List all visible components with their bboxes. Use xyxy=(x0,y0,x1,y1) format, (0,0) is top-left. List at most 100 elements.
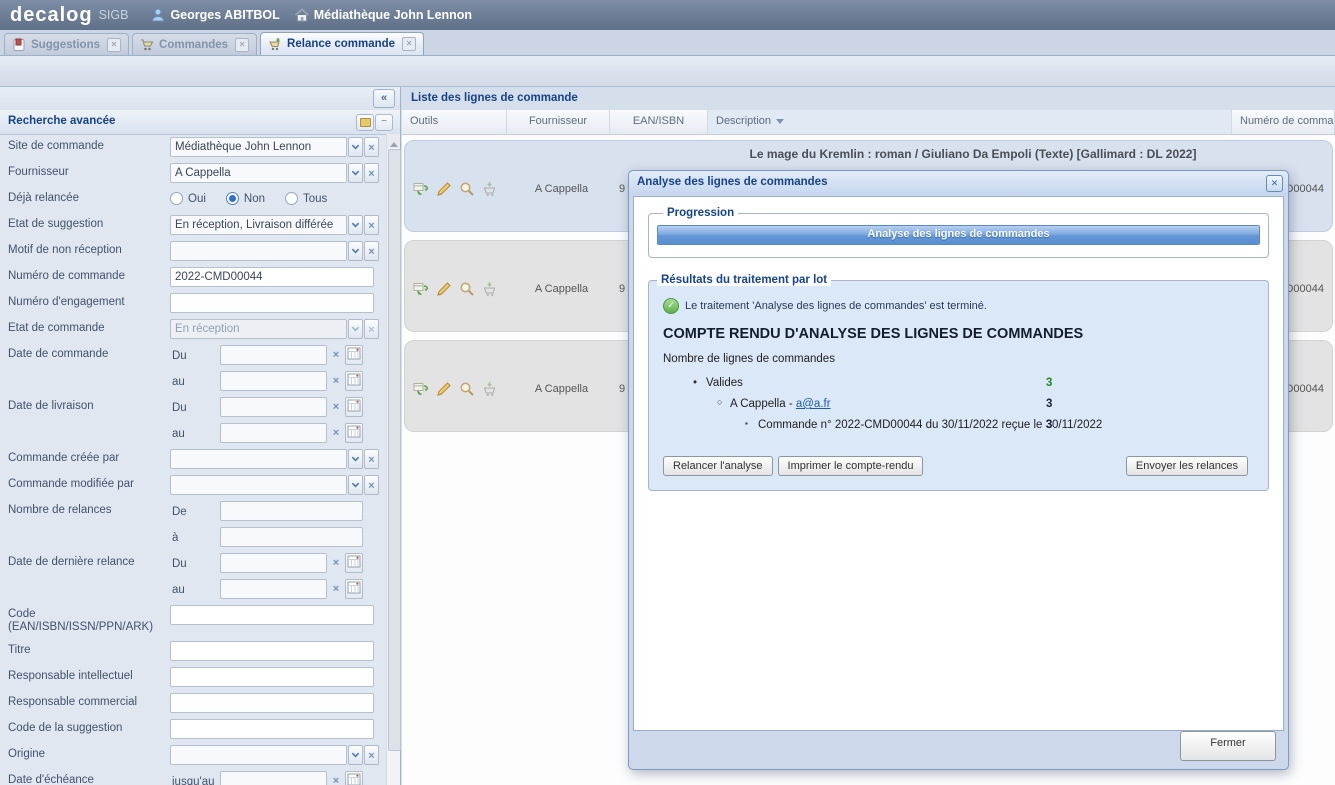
fermer-button[interactable]: Fermer xyxy=(1180,731,1276,761)
edit-pencil-icon[interactable] xyxy=(436,281,452,297)
edit-pencil-icon[interactable] xyxy=(436,381,452,397)
date-de-commande-du-date-input[interactable] xyxy=(220,345,327,365)
progression-fieldset: Progression Analyse des lignes de comman… xyxy=(648,207,1269,258)
field-label: Date d'échéance xyxy=(8,774,166,785)
clear-date-icon[interactable]: × xyxy=(329,771,343,785)
calendar-icon[interactable] xyxy=(345,579,363,599)
clear-field-icon[interactable]: × xyxy=(364,745,379,765)
date-sub-label: Du xyxy=(172,558,187,570)
calendar-icon[interactable] xyxy=(345,553,363,573)
chevron-down-icon[interactable] xyxy=(348,319,363,339)
code-de-la-suggestion-input[interactable] xyxy=(170,719,374,739)
titre-input[interactable] xyxy=(170,641,374,661)
clear-field-icon[interactable]: × xyxy=(364,475,379,495)
clear-date-icon[interactable]: × xyxy=(329,371,343,391)
search-magnifier-icon[interactable] xyxy=(459,381,475,397)
current-site[interactable]: Médiathèque John Lennon xyxy=(294,7,472,23)
numéro-de-commande-input[interactable] xyxy=(170,267,374,287)
nombre-de-relances-de-input[interactable] xyxy=(220,501,363,521)
dialog-titlebar[interactable]: Analyse des lignes de commandes ✕ xyxy=(629,171,1288,195)
calendar-icon[interactable] xyxy=(345,771,363,785)
date-d-échéance-jusqu-au-date-input[interactable] xyxy=(220,771,327,785)
chevron-down-icon[interactable] xyxy=(348,745,363,765)
edit-pencil-icon[interactable] xyxy=(436,181,452,197)
field-control: En réception× xyxy=(170,319,386,339)
radio-non[interactable] xyxy=(226,192,239,205)
date-de-livraison-au-date-input[interactable] xyxy=(220,423,327,443)
clear-date-icon[interactable]: × xyxy=(329,345,343,365)
chevron-down-icon[interactable] xyxy=(348,241,363,261)
nombre-de-relances-à-input[interactable] xyxy=(220,527,363,547)
etat-de-suggestion-select[interactable]: En réception, Livraison différée xyxy=(170,215,347,235)
responsable-intellectuel-input[interactable] xyxy=(170,667,374,687)
panel-scrollbar[interactable] xyxy=(386,134,400,785)
clear-field-icon[interactable]: × xyxy=(364,449,379,469)
numéro-d-engagement-input[interactable] xyxy=(170,293,374,313)
radio-oui[interactable] xyxy=(170,192,183,205)
clear-field-icon[interactable]: × xyxy=(364,137,379,157)
calendar-icon[interactable] xyxy=(345,345,363,365)
date-de-livraison-du-date-input[interactable] xyxy=(220,397,327,417)
column-header-fournisseur[interactable]: Fournisseur xyxy=(507,110,610,134)
tab-commandes[interactable]: Commandes✕ xyxy=(132,33,257,55)
calendar-icon[interactable] xyxy=(345,371,363,391)
clear-date-icon[interactable]: × xyxy=(329,553,343,573)
column-header-description[interactable]: Description xyxy=(708,110,1232,134)
tab-close-icon[interactable]: ✕ xyxy=(402,37,416,51)
search-magnifier-icon[interactable] xyxy=(459,281,475,297)
tab-suggestions[interactable]: Suggestions ✕ xyxy=(4,33,129,55)
tab-close-icon[interactable]: ✕ xyxy=(107,38,121,52)
column-header-numéro-de-commande[interactable]: Numéro de commande xyxy=(1232,110,1335,134)
date-de-dernière-relance-au-date-input[interactable] xyxy=(220,579,327,599)
field-row-commande-modifiée-par: Commande modifiée par× xyxy=(0,472,386,498)
column-header-ean-isbn[interactable]: EAN/ISBN xyxy=(610,110,708,134)
tab-relance-commande[interactable]: Relance commande✕ xyxy=(260,32,424,55)
clear-field-icon[interactable]: × xyxy=(364,163,379,183)
radio-tous[interactable] xyxy=(285,192,298,205)
relance-icon[interactable] xyxy=(413,181,429,197)
column-header-outils[interactable]: Outils xyxy=(402,110,507,134)
minimize-icon[interactable]: − xyxy=(375,114,393,131)
relancer-analyse-button[interactable]: Relancer l'analyse xyxy=(663,456,773,476)
envoyer-relances-button[interactable]: Envoyer les relances xyxy=(1126,456,1248,476)
code-ean-isbn-issn-ppn-ark-input[interactable] xyxy=(170,605,374,625)
clear-date-icon[interactable]: × xyxy=(329,397,343,417)
relance-icon[interactable] xyxy=(413,381,429,397)
clear-field-icon[interactable]: × xyxy=(364,319,379,339)
clear-field-icon[interactable]: × xyxy=(364,215,379,235)
date-de-commande-au-date-input[interactable] xyxy=(220,371,327,391)
motif-de-non-réception-select[interactable] xyxy=(170,241,347,261)
date-de-dernière-relance-du-date-input[interactable] xyxy=(220,553,327,573)
scrollbar-up-arrow[interactable] xyxy=(387,134,400,148)
relance-icon[interactable] xyxy=(413,281,429,297)
clear-date-icon[interactable]: × xyxy=(329,423,343,443)
imprimer-compte-rendu-button[interactable]: Imprimer le compte-rendu xyxy=(778,456,924,476)
clear-field-icon[interactable]: × xyxy=(364,241,379,261)
receive-cart-icon[interactable] xyxy=(482,181,498,197)
calendar-icon[interactable] xyxy=(345,397,363,417)
site-de-commande-select[interactable]: Médiathèque John Lennon xyxy=(170,137,347,157)
commande-créée-par-select[interactable] xyxy=(170,449,347,469)
receive-cart-icon[interactable] xyxy=(482,281,498,297)
tab-close-icon[interactable]: ✕ xyxy=(235,38,249,52)
chevron-down-icon[interactable] xyxy=(348,163,363,183)
saved-searches-button[interactable] xyxy=(356,114,374,131)
clear-date-icon[interactable]: × xyxy=(329,579,343,599)
calendar-icon[interactable] xyxy=(345,423,363,443)
dialog-close-icon[interactable]: ✕ xyxy=(1266,175,1283,192)
responsable-commercial-input[interactable] xyxy=(170,693,374,713)
chevron-down-icon[interactable] xyxy=(348,215,363,235)
scrollbar-thumb[interactable] xyxy=(388,149,401,751)
collapse-panel-button[interactable]: « xyxy=(373,89,395,108)
current-user[interactable]: Georges ABITBOL xyxy=(150,7,279,23)
origine-select[interactable] xyxy=(170,745,347,765)
chevron-down-icon[interactable] xyxy=(348,449,363,469)
supplier-email-link[interactable]: a@a.fr xyxy=(796,398,831,410)
fournisseur-select[interactable]: A Cappella xyxy=(170,163,347,183)
search-magnifier-icon[interactable] xyxy=(459,181,475,197)
chevron-down-icon[interactable] xyxy=(348,475,363,495)
chevron-down-icon[interactable] xyxy=(348,137,363,157)
receive-cart-icon[interactable] xyxy=(482,381,498,397)
tab-label: Suggestions xyxy=(31,39,100,51)
commande-modifiée-par-select[interactable] xyxy=(170,475,347,495)
